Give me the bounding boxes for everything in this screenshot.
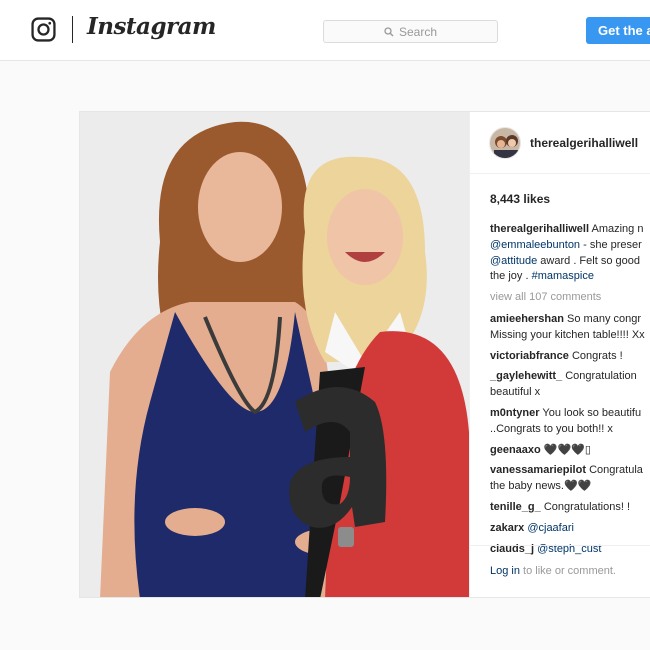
login-prompt-text: to like or comment. (519, 565, 616, 577)
comment-text: Congratulations! ! (543, 500, 631, 513)
comments-list: therealgerihalliwell Amazing n @emmaleeb… (490, 222, 650, 562)
top-navigation-bar: Instagram Search Get the app (0, 0, 650, 61)
post-header: therealgerihalliwell (470, 112, 650, 174)
comment-username[interactable]: vanessamariepilot (490, 464, 586, 476)
comment-item: victoriabfrance Congrats ! (490, 349, 650, 365)
caption-mention[interactable]: @emmaleebunton (490, 239, 580, 251)
post-sidebar: therealgerihalliwell 8,443 likes thereal… (469, 112, 650, 597)
photo-illustration (80, 112, 469, 597)
comment-text: beautiful x (490, 386, 541, 399)
comment-username[interactable]: geenaaxo (490, 444, 541, 456)
instagram-camera-icon[interactable] (31, 17, 56, 42)
comment-text: Congratulation (565, 370, 637, 383)
search-icon (384, 26, 394, 36)
caption-text: the joy . (490, 270, 532, 283)
caption: therealgerihalliwell Amazing n @emmaleeb… (490, 222, 650, 285)
search-input[interactable]: Search (323, 20, 498, 43)
comment-text: So many congr (567, 312, 642, 325)
comment-username[interactable]: amieehershan (490, 313, 564, 325)
login-link[interactable]: Log in (490, 565, 520, 577)
post-card: therealgerihalliwell 8,443 likes thereal… (79, 111, 650, 598)
comment-text: 🖤🖤🖤▯ (543, 443, 591, 456)
comment-text: Congratula (589, 464, 643, 477)
comment-username[interactable]: m0ntyner (490, 407, 540, 419)
caption-username[interactable]: therealgerihalliwell (490, 223, 589, 235)
search-placeholder: Search (398, 24, 438, 39)
login-prompt: Log in to like or comment. (470, 545, 650, 597)
comment-text: Congrats ! (571, 349, 623, 362)
view-all-comments-link[interactable]: view all 107 comments (490, 290, 650, 306)
comment-username[interactable]: _gaylehewitt_ (490, 370, 562, 382)
comment-item: vanessamariepilot Congratula the baby ne… (490, 463, 650, 495)
comment-item: tenille_g_ Congratulations! ! (490, 500, 650, 516)
comment-item: zakarx @cjaafari (490, 521, 650, 537)
instagram-wordmark[interactable]: Instagram (87, 13, 216, 40)
likes-count[interactable]: 8,443 likes (490, 192, 550, 206)
comment-mention[interactable]: @cjaafari (527, 522, 574, 534)
comment-item: amieehershan So many congr Missing your … (490, 312, 650, 344)
comment-username[interactable]: tenille_g_ (490, 501, 541, 513)
caption-text: - she preser (580, 238, 642, 251)
avatar[interactable] (489, 127, 521, 159)
caption-text: award . Felt so good (537, 254, 640, 267)
comment-username[interactable]: victoriabfrance (490, 350, 569, 362)
caption-text: Amazing n (591, 223, 644, 235)
comment-text: the baby news.🖤🖤 (490, 480, 592, 493)
comment-item: _gaylehewitt_ Congratulation beautiful x (490, 369, 650, 401)
caption-mention[interactable]: @attitude (490, 255, 537, 267)
avatar-image (490, 128, 520, 158)
comment-item: geenaaxo 🖤🖤🖤▯ (490, 443, 650, 459)
comment-username[interactable]: zakarx (490, 522, 524, 534)
get-the-app-button[interactable]: Get the app (586, 17, 650, 44)
post-username[interactable]: therealgerihalliwell (530, 136, 638, 150)
post-photo[interactable] (80, 112, 469, 597)
caption-hashtag[interactable]: #mamaspice (532, 270, 594, 282)
comment-item: m0ntyner You look so beautifu ..Congrats… (490, 406, 650, 438)
comment-text: You look so beautifu (542, 406, 642, 419)
comment-text: Missing your kitchen table!!!! Xx (490, 328, 645, 341)
header-divider (72, 16, 73, 43)
comment-text: ..Congrats to you both!! x (490, 422, 613, 435)
